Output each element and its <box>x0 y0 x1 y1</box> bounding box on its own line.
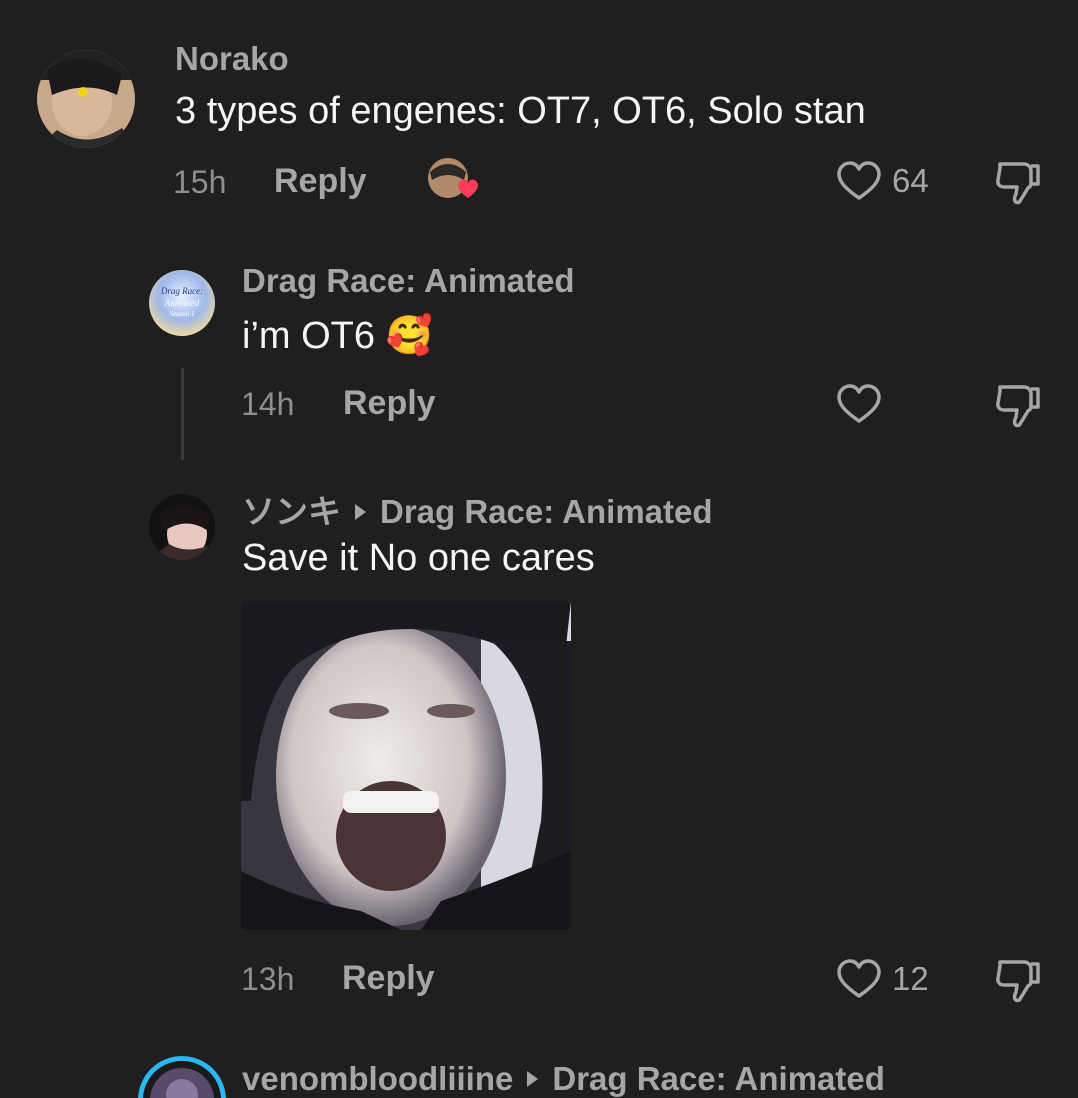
like-button[interactable] <box>836 383 892 425</box>
comment-timestamp: 14h <box>241 386 295 422</box>
comment-username[interactable]: Norako <box>175 40 289 78</box>
svg-text:Drag Race:: Drag Race: <box>160 286 203 296</box>
dislike-button[interactable] <box>994 160 1042 211</box>
like-count: 12 <box>892 960 929 997</box>
reply-target[interactable]: Drag Race: Animated <box>552 1060 885 1097</box>
comment-username[interactable]: Drag Race: Animated <box>242 262 575 300</box>
heart-badge-icon <box>458 179 478 198</box>
comment-text: i’m OT6 🥰 <box>242 315 433 357</box>
like-button[interactable]: 12 <box>836 958 929 1000</box>
thumbs-down-icon <box>996 385 1040 428</box>
avatar[interactable] <box>138 1056 226 1098</box>
reply-arrow-icon <box>527 1071 539 1088</box>
dislike-button[interactable] <box>994 383 1042 434</box>
comments-page: Norako 3 types of engenes: OT7, OT6, Sol… <box>0 0 1078 1098</box>
reply-author[interactable]: venombloodliiine <box>242 1060 513 1097</box>
comment-text: 3 types of engenes: OT7, OT6, Solo stan <box>175 90 866 132</box>
heart-outline-icon <box>837 161 881 200</box>
reply-button[interactable]: Reply <box>274 162 367 201</box>
reply-button[interactable]: Reply <box>342 959 435 998</box>
creator-liked-avatar <box>428 158 482 204</box>
reply-author[interactable]: ソンキ <box>242 493 341 530</box>
svg-text:Animated: Animated <box>164 298 200 308</box>
comment-username: ソンキ Drag Race: Animated <box>242 485 713 533</box>
like-button[interactable]: 64 <box>836 160 929 202</box>
comment-timestamp: 13h <box>241 961 295 997</box>
reply-target[interactable]: Drag Race: Animated <box>380 493 713 530</box>
heart-outline-icon <box>837 959 881 998</box>
comment-image[interactable] <box>241 601 571 930</box>
avatar[interactable] <box>149 494 215 560</box>
like-count: 64 <box>892 162 929 199</box>
comment-timestamp: 15h <box>173 164 227 200</box>
thumbs-down-icon <box>996 960 1040 1003</box>
reply-arrow-icon <box>355 504 366 521</box>
dislike-button[interactable] <box>994 958 1042 1009</box>
comment-username: venombloodliiine Drag Race: Animated <box>242 1060 885 1098</box>
comment-text: Save it No one cares <box>242 537 595 579</box>
heart-outline-icon <box>837 384 881 423</box>
svg-text:Season 1: Season 1 <box>169 310 194 318</box>
thumbs-down-icon <box>996 162 1040 205</box>
avatar[interactable]: Drag Race: Animated Season 1 <box>149 270 215 336</box>
avatar[interactable] <box>37 50 135 148</box>
reply-button[interactable]: Reply <box>343 384 436 423</box>
thread-line <box>181 368 184 460</box>
